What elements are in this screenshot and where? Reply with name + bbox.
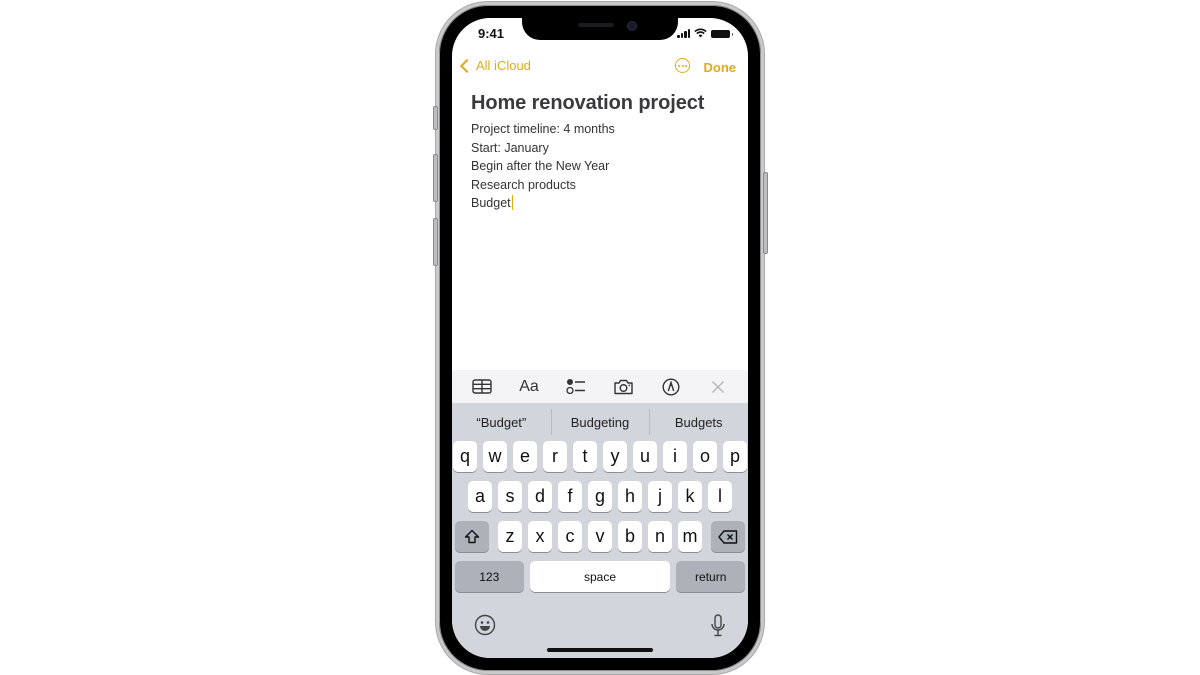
chevron-left-icon [459,58,475,73]
key-row-3: zxcvbnm [452,521,748,561]
cellular-signal-icon [677,29,690,38]
key-s[interactable]: s [498,481,522,512]
note-line[interactable]: Begin after the New Year [471,157,704,176]
battery-icon [711,30,733,38]
markup-pen-icon [662,377,680,396]
table-icon [471,379,492,394]
key-r[interactable]: r [543,441,567,472]
space-key[interactable]: space [529,561,671,592]
wifi-icon [694,28,707,38]
key-row-4: 123 space return [452,561,748,601]
key-q[interactable]: q [453,441,477,472]
key-n[interactable]: n [648,521,672,552]
back-button[interactable]: All iCloud [458,58,531,73]
markup-button[interactable] [658,376,684,398]
key-y[interactable]: y [603,441,627,472]
key-c[interactable]: c [558,521,582,552]
note-line[interactable]: Research products [471,176,704,195]
note-line[interactable]: Project timeline: 4 months [471,120,704,139]
checklist-icon [566,379,586,395]
text-cursor [511,195,514,210]
camera-icon [614,379,633,394]
table-button[interactable] [469,376,495,398]
ellipsis-circle-icon[interactable] [675,58,690,73]
screen: 9:41 All iCloud Done Home renovation pro… [452,18,748,658]
close-icon [712,380,725,393]
speaker [578,23,614,27]
return-key[interactable]: return [676,561,745,592]
key-u[interactable]: u [633,441,657,472]
close-toolbar-button[interactable] [705,376,731,398]
camera-button[interactable] [611,376,637,398]
key-g[interactable]: g [588,481,612,512]
nav-bar: All iCloud Done [452,56,748,80]
key-o[interactable]: o [693,441,717,472]
done-button[interactable]: Done [704,60,737,75]
key-a[interactable]: a [468,481,492,512]
key-row-1: qwertyuiop [452,441,748,481]
home-indicator[interactable] [547,648,653,652]
keyboard: “Budget” Budgeting Budgets qwertyuiop as… [452,403,748,658]
key-f[interactable]: f [558,481,582,512]
suggestion-item[interactable]: Budgets [649,408,748,435]
suggestion-item[interactable]: “Budget” [452,415,551,430]
key-b[interactable]: b [618,521,642,552]
back-label: All iCloud [476,58,531,73]
dictation-button[interactable] [710,614,726,643]
keyboard-bottom-row [452,614,748,640]
note-line[interactable]: Start: January [471,139,704,158]
key-p[interactable]: p [723,441,747,472]
front-camera [627,21,637,31]
key-d[interactable]: d [528,481,552,512]
key-z[interactable]: z [498,521,522,552]
shift-key[interactable] [455,521,489,552]
key-i[interactable]: i [663,441,687,472]
key-v[interactable]: v [588,521,612,552]
key-w[interactable]: w [483,441,507,472]
predictive-bar: “Budget” Budgeting Budgets [452,403,748,441]
suggestion-item[interactable]: Budgeting [550,408,650,435]
key-k[interactable]: k [678,481,702,512]
numbers-key[interactable]: 123 [455,561,524,592]
shift-icon [464,529,480,544]
note-title[interactable]: Home renovation project [471,92,704,115]
key-x[interactable]: x [528,521,552,552]
format-toolbar: Aa [452,370,748,403]
letter-keys: zxcvbnm [498,521,702,552]
microphone-icon [711,614,725,637]
key-t[interactable]: t [573,441,597,472]
emoji-button[interactable] [474,614,496,641]
key-l[interactable]: l [708,481,732,512]
silent-switch [433,106,438,130]
status-icons [677,28,733,38]
note-line-current[interactable]: Budget [471,194,704,213]
text-format-icon: Aa [519,377,539,395]
key-row-2: asdfghjkl [452,481,748,521]
note-body[interactable]: Home renovation project Project timeline… [471,92,704,213]
volume-up-button [433,154,438,202]
key-m[interactable]: m [678,521,702,552]
volume-down-button [433,218,438,266]
checklist-button[interactable] [563,376,589,398]
format-button[interactable]: Aa [516,376,542,398]
key-h[interactable]: h [618,481,642,512]
emoji-icon [474,614,496,636]
key-e[interactable]: e [513,441,537,472]
notch [522,18,678,40]
backspace-icon [718,529,738,544]
power-button [763,172,768,254]
status-time: 9:41 [478,26,505,41]
note-line-text: Budget [471,196,511,210]
delete-key[interactable] [711,521,745,552]
key-j[interactable]: j [648,481,672,512]
